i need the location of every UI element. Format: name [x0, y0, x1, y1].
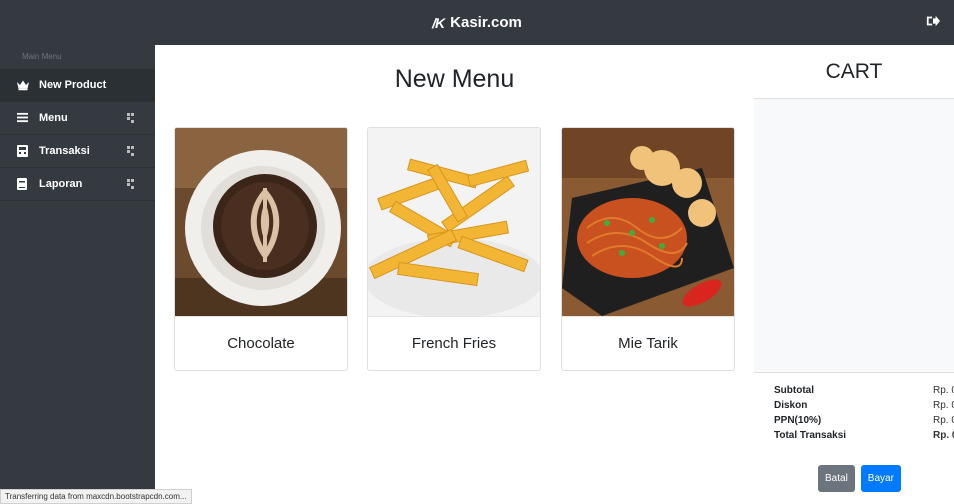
product-name: French Fries: [368, 316, 540, 370]
summary-value: Rp. 0: [933, 415, 954, 426]
sidebar-item-label: Laporan: [39, 178, 83, 190]
total-row: Total Transaksi Rp. 0: [754, 430, 954, 442]
main-content: New Menu Chocolate French Fries Mie Tari…: [155, 45, 754, 504]
sidebar-heading: Main Menu: [22, 52, 62, 61]
brand-title: Kasir.com: [450, 14, 522, 31]
sidebar-item-label: Menu: [39, 112, 68, 124]
summary-label: PPN(10%): [774, 415, 822, 426]
bars-icon: [17, 112, 29, 124]
crown-icon: [17, 79, 29, 91]
sidebar-item-laporan[interactable]: Laporan: [0, 168, 155, 201]
qr-icon: [127, 146, 134, 156]
summary-label: Subtotal: [774, 385, 814, 396]
cart-panel: CART Subtotal Rp. 0 Diskon Rp. 0 PPN(10%…: [754, 45, 954, 504]
summary-value: Rp. 0: [933, 385, 954, 396]
brand[interactable]: /K Kasir.com: [0, 0, 954, 45]
subtotal-row: Subtotal Rp. 0: [754, 385, 954, 397]
sidebar-item-label: Transaksi: [39, 145, 90, 157]
qr-icon: [127, 179, 134, 189]
sidebar-item-menu[interactable]: Menu: [0, 102, 155, 135]
cart-summary: Subtotal Rp. 0 Diskon Rp. 0 PPN(10%) Rp.…: [754, 372, 954, 504]
calculator-icon: [17, 145, 29, 157]
diskon-row: Diskon Rp. 0: [754, 400, 954, 412]
product-name: Chocolate: [175, 316, 347, 370]
sidebar-item-new-product[interactable]: New Product: [0, 69, 155, 102]
ppn-row: PPN(10%) Rp. 0: [754, 415, 954, 427]
book-icon: [17, 178, 29, 190]
product-card-french-fries[interactable]: French Fries: [367, 127, 541, 371]
cart-actions: Batal Bayar: [818, 465, 901, 492]
brand-logo: /K: [432, 14, 445, 31]
browser-status-bar: Transferring data from maxcdn.bootstrapc…: [0, 489, 192, 504]
product-image[interactable]: [562, 128, 734, 316]
summary-value: Rp. 0: [933, 400, 954, 411]
top-navbar: /K Kasir.com: [0, 0, 954, 45]
page-title: New Menu: [394, 65, 515, 93]
summary-label: Total Transaksi: [774, 430, 847, 441]
product-card-mie-tarik[interactable]: Mie Tarik: [561, 127, 735, 371]
product-name: Mie Tarik: [562, 316, 734, 370]
summary-label: Diskon: [774, 400, 808, 411]
product-image[interactable]: [175, 128, 347, 316]
product-image[interactable]: [368, 128, 540, 318]
sign-out-icon[interactable]: [926, 14, 942, 30]
product-card-chocolate[interactable]: Chocolate: [174, 127, 348, 371]
sidebar-item-label: New Product: [39, 79, 107, 91]
cart-title: CART: [754, 45, 954, 99]
qr-icon: [127, 113, 134, 123]
sidebar: Main Menu New Product Menu Transaksi Lap…: [0, 45, 155, 504]
cancel-button[interactable]: Batal: [818, 465, 855, 492]
pay-button[interactable]: Bayar: [860, 465, 901, 492]
sidebar-item-transaksi[interactable]: Transaksi: [0, 135, 155, 168]
cart-items-list: [754, 99, 954, 372]
summary-value: Rp. 0: [933, 430, 954, 441]
